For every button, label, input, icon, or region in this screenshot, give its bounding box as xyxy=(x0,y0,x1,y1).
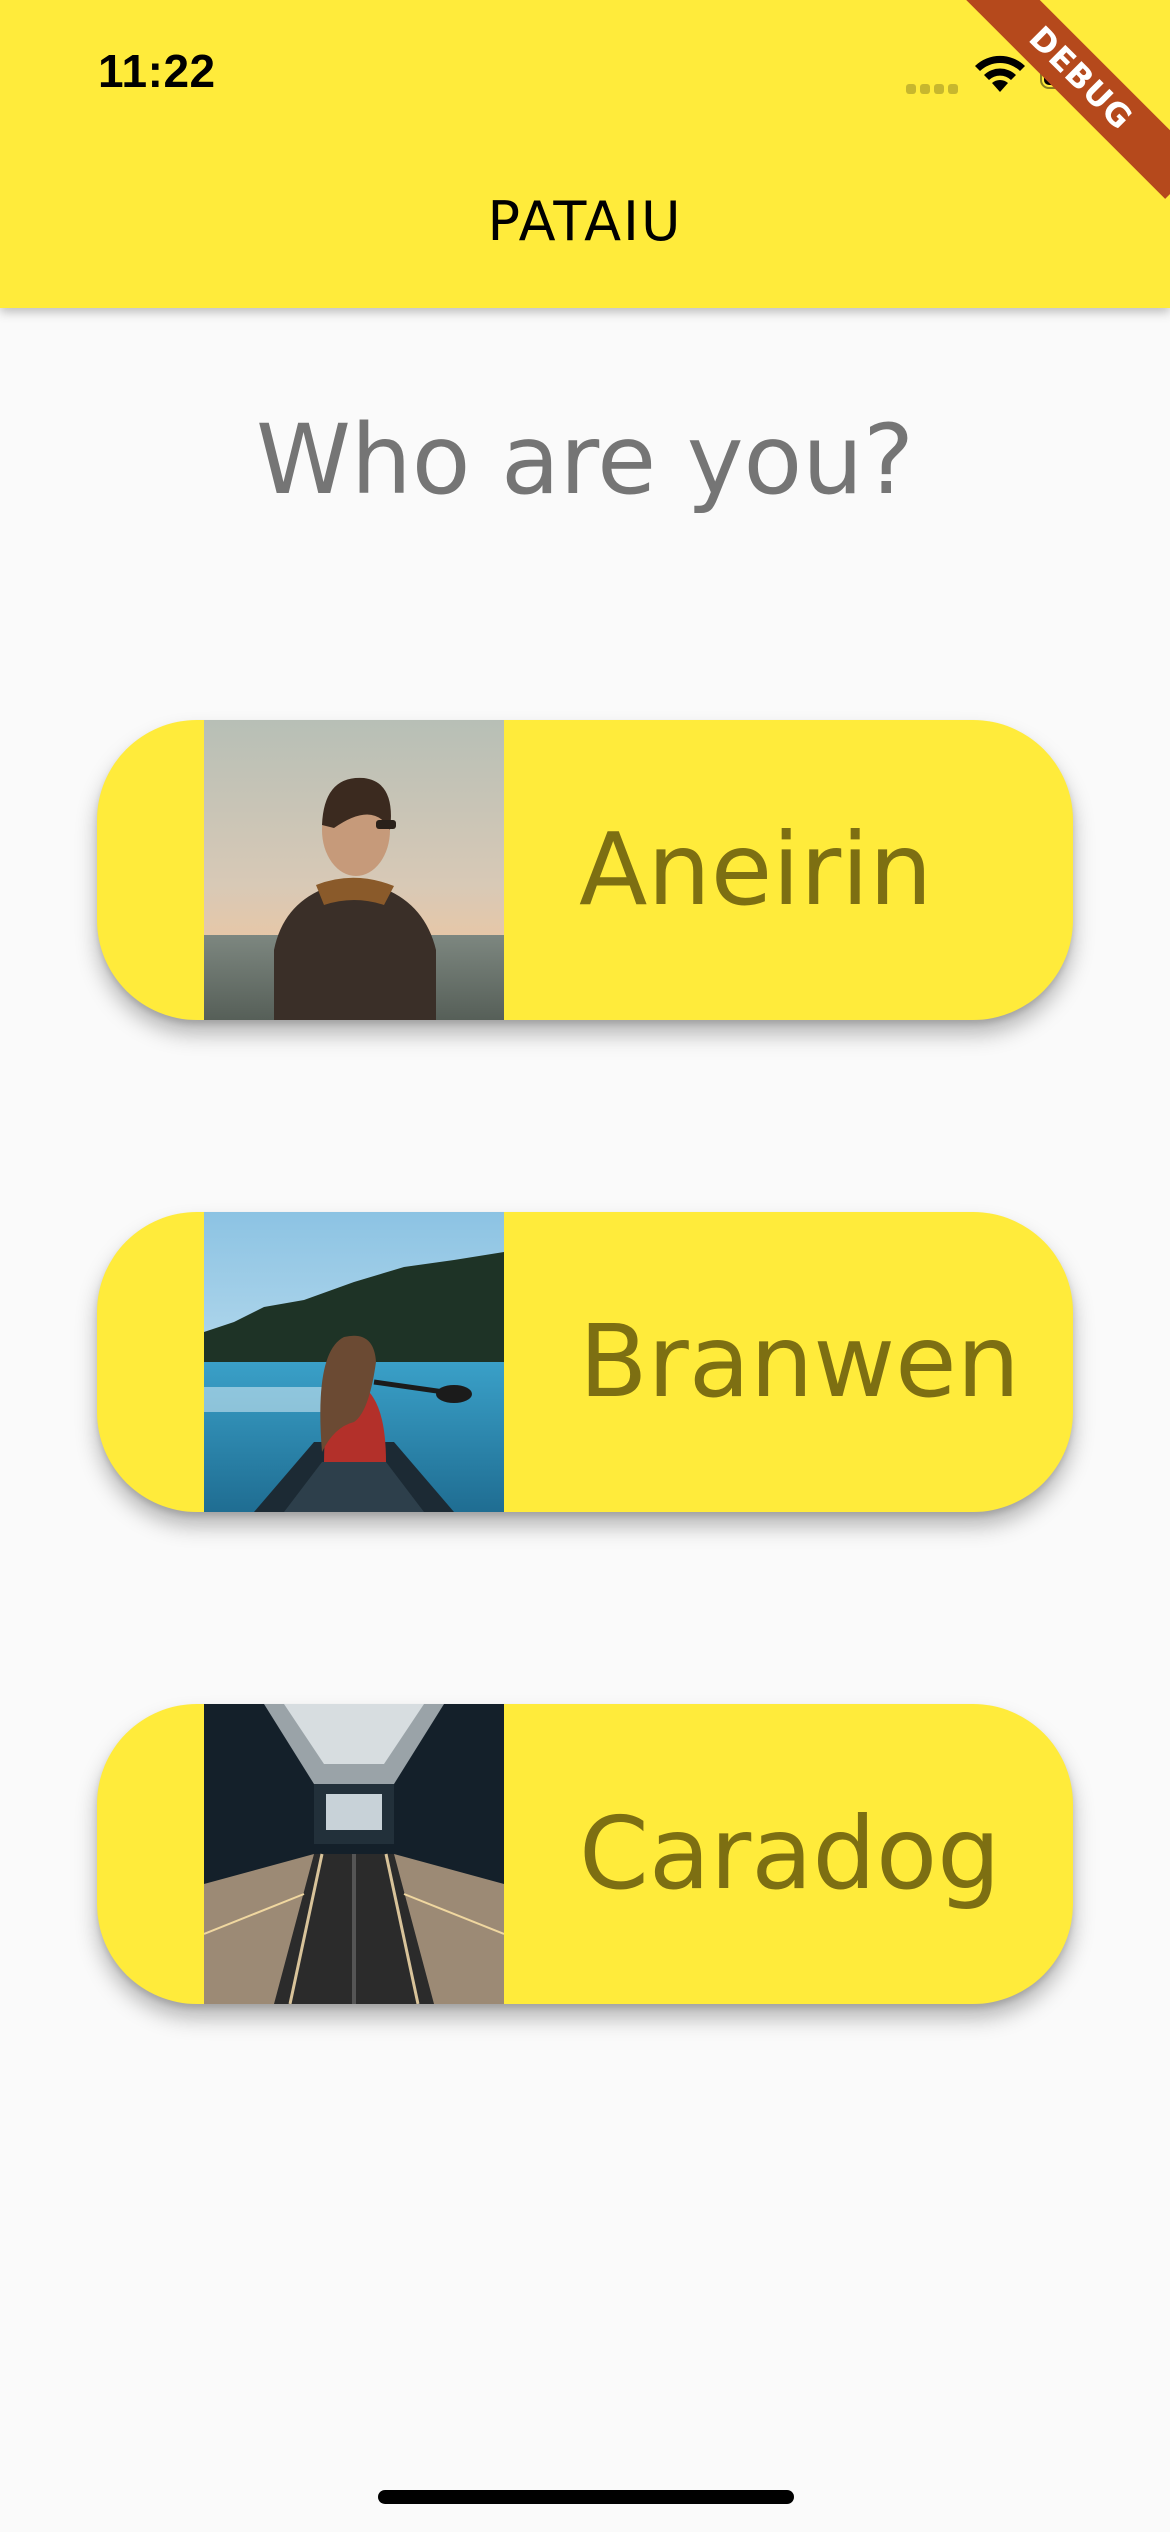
person-card-caradog[interactable]: Caradog xyxy=(97,1704,1073,2004)
man-by-sea-photo xyxy=(204,720,504,1020)
woman-in-canoe-photo xyxy=(204,1212,504,1512)
person-name: Branwen xyxy=(579,1303,1021,1420)
app-title: PATAIU xyxy=(487,190,683,253)
signal-icon xyxy=(906,84,960,94)
person-card-aneirin[interactable]: Aneirin xyxy=(97,720,1073,1020)
home-indicator[interactable] xyxy=(378,2490,794,2504)
status-time: 11:22 xyxy=(98,45,216,97)
person-name: Aneirin xyxy=(579,811,933,928)
page-heading: Who are you? xyxy=(255,404,915,516)
wifi-icon xyxy=(975,55,1025,92)
person-card-branwen[interactable]: Branwen xyxy=(97,1212,1073,1512)
person-name: Caradog xyxy=(579,1795,1001,1912)
app-bar: 11:22 PATAIU xyxy=(0,0,1170,308)
escalator-photo xyxy=(204,1704,504,2004)
